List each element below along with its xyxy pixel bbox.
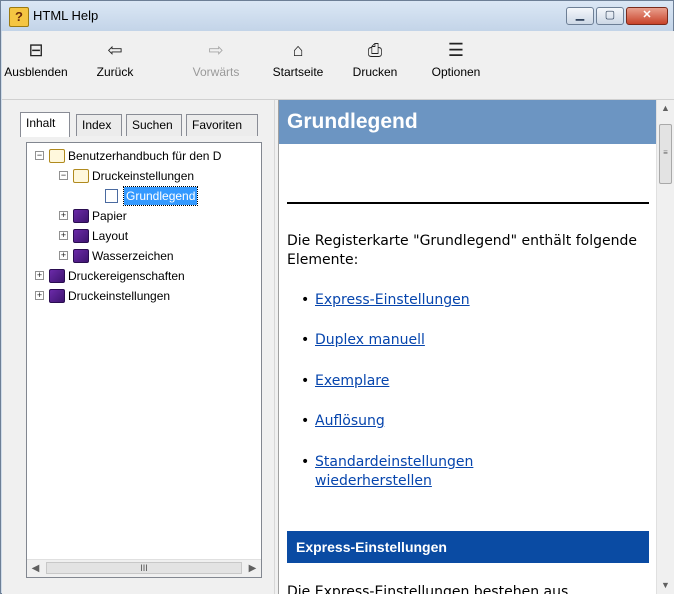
- tab-index[interactable]: Index: [76, 114, 122, 136]
- bullet-icon: •: [301, 292, 310, 308]
- tree-item-label: Druckereigenschaften: [68, 269, 185, 283]
- expand-icon[interactable]: +: [35, 271, 44, 280]
- tree-item-label: Layout: [92, 229, 129, 243]
- page-icon: [105, 189, 118, 203]
- options-button[interactable]: ☰ Optionen: [426, 39, 486, 87]
- close-button[interactable]: ✕: [626, 7, 668, 25]
- title-bar[interactable]: ? HTML Help ▁ ▢ ✕: [1, 1, 673, 31]
- open-book-icon: [49, 149, 65, 163]
- tree-item[interactable]: − Benutzerhandbuch für den D: [27, 147, 261, 165]
- link-resolution[interactable]: Auflösung: [315, 413, 385, 429]
- tree-item-label: Druckeinstellungen: [68, 289, 171, 303]
- scroll-thumb[interactable]: ≡: [659, 124, 672, 184]
- closed-book-icon: [49, 269, 65, 283]
- list-item: • Standardeinstellungen wiederherstellen: [301, 453, 515, 491]
- horizontal-scrollbar[interactable]: ◀ III ▶: [27, 559, 261, 577]
- printer-icon: ⎙: [367, 40, 383, 60]
- bullet-icon: •: [301, 373, 310, 389]
- expand-icon[interactable]: +: [59, 251, 68, 260]
- help-app-icon: ?: [9, 7, 29, 27]
- expand-icon[interactable]: +: [59, 231, 68, 240]
- back-arrow-icon: ⇦: [107, 40, 123, 60]
- navigation-pane: Inhalt Index Suchen Favoriten − Benutzerh…: [2, 100, 274, 594]
- expand-icon[interactable]: +: [59, 211, 68, 220]
- link-express-settings[interactable]: Express-Einstellungen: [315, 292, 470, 308]
- tree-item-label: Grundlegend: [122, 186, 199, 206]
- list-item: • Auflösung: [301, 412, 385, 431]
- tab-favorites[interactable]: Favoriten: [186, 114, 258, 136]
- options-icon: ☰: [447, 40, 465, 60]
- scroll-right-icon[interactable]: ▶: [244, 560, 261, 577]
- window-title: HTML Help: [33, 8, 99, 23]
- divider: [287, 202, 649, 204]
- list-item: • Express-Einstellungen: [301, 291, 470, 310]
- forward-button[interactable]: ⇨ Vorwärts: [188, 39, 244, 87]
- topic-content: Grundlegend Die Registerkarte "Grundlege…: [279, 100, 656, 594]
- closed-book-icon: [49, 289, 65, 303]
- scroll-up-icon[interactable]: ▲: [657, 100, 674, 117]
- back-button[interactable]: ⇦ Zurück: [90, 39, 140, 87]
- maximize-button[interactable]: ▢: [596, 7, 624, 25]
- collapse-icon[interactable]: −: [59, 171, 68, 180]
- minimize-button[interactable]: ▁: [566, 7, 594, 25]
- hide-button-label: Ausblenden: [4, 65, 68, 79]
- bullet-icon: •: [301, 413, 310, 429]
- contents-tree[interactable]: − Benutzerhandbuch für den D − Druckeinstel…: [26, 142, 262, 578]
- tree-item-label: Papier: [92, 209, 127, 223]
- link-restore-defaults[interactable]: Standardeinstellungen wiederherstellen: [315, 454, 473, 489]
- print-button-label: Drucken: [352, 65, 398, 79]
- toolbar: ⊟ Ausblenden ⇦ Zurück ⇨ Vorwärts ⌂ Start…: [2, 31, 674, 100]
- print-button[interactable]: ⎙ Drucken: [348, 39, 402, 87]
- tree-item[interactable]: + Druckeinstellungen: [27, 287, 261, 305]
- back-button-label: Zurück: [96, 65, 134, 79]
- tree-item[interactable]: + Layout: [27, 227, 261, 245]
- closed-book-icon: [73, 249, 89, 263]
- closed-book-icon: [73, 229, 89, 243]
- expand-icon[interactable]: +: [35, 291, 44, 300]
- open-book-icon: [73, 169, 89, 183]
- bullet-icon: •: [301, 332, 310, 348]
- tree-item-label: Druckeinstellungen: [92, 169, 195, 183]
- vertical-scrollbar[interactable]: ▲ ≡ ▼: [656, 100, 674, 594]
- scroll-thumb[interactable]: III: [46, 562, 242, 574]
- tab-contents[interactable]: Inhalt: [20, 112, 70, 137]
- options-button-label: Optionen: [431, 65, 481, 79]
- tree-item[interactable]: + Wasserzeichen: [27, 247, 261, 265]
- hide-pane-icon: ⊟: [28, 40, 44, 60]
- forward-button-label: Vorwärts: [192, 65, 240, 79]
- list-item: • Exemplare: [301, 372, 389, 391]
- scroll-down-icon[interactable]: ▼: [657, 577, 674, 594]
- section-heading: Express-Einstellungen: [287, 531, 649, 563]
- tree-item[interactable]: − Druckeinstellungen: [27, 167, 261, 185]
- tree-item[interactable]: Grundlegend: [27, 186, 261, 206]
- tab-search[interactable]: Suchen: [126, 114, 182, 136]
- list-item: • Duplex manuell: [301, 331, 425, 350]
- bullet-icon: •: [301, 454, 310, 470]
- section-text: Die Express-Einstellungen bestehen aus: [287, 584, 569, 594]
- home-button[interactable]: ⌂ Startseite: [268, 39, 328, 87]
- forward-arrow-icon: ⇨: [208, 40, 224, 60]
- scroll-left-icon[interactable]: ◀: [27, 560, 44, 577]
- topic-title: Grundlegend: [279, 100, 656, 144]
- closed-book-icon: [73, 209, 89, 223]
- intro-text: Die Registerkarte "Grundlegend" enthält …: [287, 233, 637, 268]
- tree-item[interactable]: + Druckereigenschaften: [27, 267, 261, 285]
- collapse-icon[interactable]: −: [35, 151, 44, 160]
- tree-item-label: Benutzerhandbuch für den D: [68, 149, 222, 163]
- help-window: ? HTML Help ▁ ▢ ✕ ⊟ Ausblenden ⇦ Zurück …: [0, 0, 674, 594]
- home-icon: ⌂: [292, 40, 304, 60]
- link-copies[interactable]: Exemplare: [315, 373, 389, 389]
- link-manual-duplex[interactable]: Duplex manuell: [315, 332, 425, 348]
- tree-item-label: Wasserzeichen: [92, 249, 174, 263]
- tree-item[interactable]: + Papier: [27, 207, 261, 225]
- hide-button[interactable]: ⊟ Ausblenden: [4, 39, 68, 87]
- home-button-label: Startseite: [272, 65, 324, 79]
